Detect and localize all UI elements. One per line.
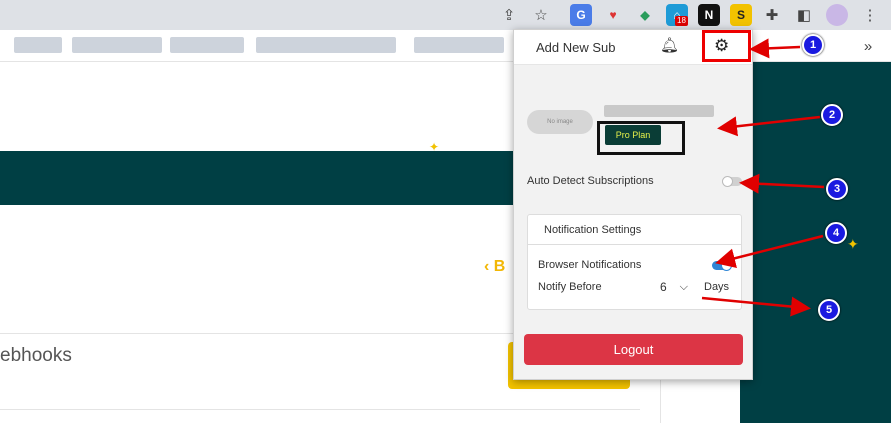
annotation-marker-5: 5 (818, 299, 840, 321)
annotation-arrow-2 (717, 115, 821, 137)
annotation-marker-1: 1 (802, 34, 824, 56)
annotation-marker-2: 2 (821, 104, 843, 126)
annotation-arrow-4 (715, 234, 824, 269)
annotation-marker-3: 3 (826, 178, 848, 200)
annotation-marker-4: 4 (825, 222, 847, 244)
annotation-arrows (701, 38, 825, 317)
annotation-arrow-5 (701, 296, 811, 317)
annotation-arrow-1 (749, 38, 801, 59)
annotation-arrow-3 (739, 173, 825, 194)
